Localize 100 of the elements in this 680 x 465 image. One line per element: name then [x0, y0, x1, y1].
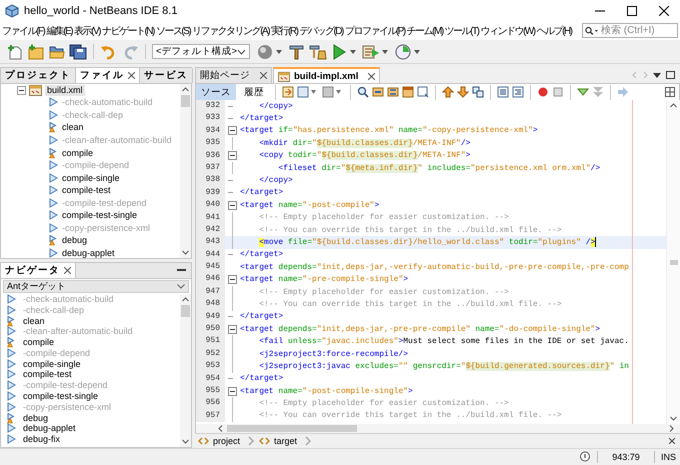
open-folder-icon[interactable]	[48, 44, 66, 60]
navigator-item[interactable]: compile-single	[23, 358, 81, 370]
scroll-down-icon[interactable]	[182, 250, 189, 255]
stop-icon[interactable]	[552, 86, 564, 98]
hammer-icon[interactable]	[288, 44, 306, 60]
tree-item[interactable]: clean	[62, 122, 84, 134]
record-icon[interactable]	[537, 86, 549, 98]
scroll-down-icon[interactable]	[182, 439, 189, 444]
filter-dropdown[interactable]: Antターゲット	[3, 280, 189, 293]
vertical-scrollbar[interactable]	[666, 100, 680, 424]
navigator-item[interactable]: compile	[23, 337, 54, 348]
close-icon[interactable]	[260, 72, 267, 79]
view-tab[interactable]: 履歴	[239, 84, 269, 100]
clock-icon[interactable]	[394, 44, 412, 60]
menu-item[interactable]: ウィンドウ(W)	[480, 24, 535, 38]
tree-item[interactable]: debug-applet	[62, 248, 115, 258]
caret-icon[interactable]	[653, 72, 661, 78]
menu-item[interactable]: デバッグ(D)	[299, 24, 343, 38]
code-line: <target name="-post-compile-single">	[240, 386, 413, 397]
triangle-down-icon[interactable]	[577, 86, 589, 98]
indent-icon[interactable]	[497, 86, 509, 98]
navigator-item[interactable]: compile-test-single	[23, 391, 98, 402]
debug-icon[interactable]	[362, 44, 380, 60]
fold-toggle-icon[interactable]	[228, 324, 237, 334]
vertical-scrollbar[interactable]	[180, 84, 191, 258]
tree-item[interactable]: compile-test	[62, 185, 111, 196]
menu-item[interactable]: ツール(T)	[444, 24, 478, 38]
page-icon[interactable]	[322, 86, 334, 98]
minimize-icon[interactable]	[177, 269, 186, 272]
scroll-up-icon[interactable]	[182, 87, 189, 92]
tree-item[interactable]: compile-test-single	[62, 210, 138, 222]
scrollbar-thumb[interactable]	[227, 425, 357, 432]
menu-item[interactable]: ファイル(F)	[2, 24, 44, 38]
scroll-right-icon[interactable]	[669, 425, 674, 432]
close-icon[interactable]	[669, 438, 675, 444]
maximize-icon[interactable]	[666, 71, 675, 79]
caret-icon[interactable]	[276, 50, 282, 54]
fold-toggle-icon[interactable]	[228, 275, 237, 284]
navigator-item[interactable]: debug-fix	[23, 434, 60, 446]
magnifier-icon[interactable]	[357, 86, 369, 98]
search-field[interactable]: 検索 (Ctrl+I)	[582, 23, 678, 38]
editor-tab[interactable]: build-impl.xml	[273, 67, 380, 83]
scroll-up-icon[interactable]	[670, 103, 677, 108]
menu-item[interactable]: プロファイル(P)	[344, 24, 405, 38]
view-tab[interactable]: ソース	[196, 84, 236, 100]
panel-tab[interactable]: ナビゲータ	[1, 263, 76, 278]
fold-toggle-icon[interactable]	[228, 200, 237, 210]
close-icon[interactable]	[64, 267, 71, 274]
page-icon[interactable]	[297, 86, 309, 98]
menu-item[interactable]: リファクタリング(A)	[192, 24, 270, 38]
tree-item[interactable]: build.xml	[45, 84, 85, 96]
menu-item[interactable]: ソース(S)	[156, 24, 190, 38]
navigator-item[interactable]: clean	[23, 316, 45, 326]
shapes-icon[interactable]	[472, 86, 484, 98]
globe-icon[interactable]	[256, 44, 274, 60]
navigator-item[interactable]: debug	[23, 412, 48, 424]
tree-item[interactable]: compile-single	[62, 172, 120, 184]
breadcrumb-link[interactable]: project	[213, 436, 240, 446]
scrollbar-thumb[interactable]	[670, 260, 678, 264]
menu-item[interactable]: ヘルプ(H)	[536, 24, 572, 38]
hammer-broom-icon[interactable]	[309, 44, 327, 60]
window-icon[interactable]	[402, 86, 414, 98]
scroll-up-icon[interactable]	[182, 297, 189, 302]
caret-icon[interactable]	[414, 50, 420, 54]
up-arrow-icon[interactable]	[442, 86, 454, 98]
caret-icon[interactable]	[382, 50, 388, 54]
vertical-scrollbar[interactable]	[180, 294, 191, 447]
page-arrow-icon[interactable]	[282, 86, 294, 98]
editor-tab[interactable]: 開始ページ	[195, 67, 272, 83]
collapse-icon[interactable]	[17, 86, 26, 95]
page-icon[interactable]	[417, 86, 429, 98]
horizontal-scrollbar[interactable]	[195, 424, 680, 433]
scroll-down-icon[interactable]	[670, 416, 677, 421]
fold-toggle-icon[interactable]	[228, 126, 237, 136]
menu-item[interactable]: ナビゲート(N)	[102, 24, 154, 38]
caret-icon[interactable]	[350, 50, 356, 54]
new-folder-icon[interactable]	[27, 44, 45, 60]
tree-item[interactable]: compile	[62, 148, 94, 158]
navigator-item[interactable]: compile-test	[23, 369, 72, 380]
config-dropdown[interactable]: <デフォルト構成>	[152, 44, 250, 59]
close-icon[interactable]	[128, 72, 135, 79]
menu-item[interactable]: 編集(E)	[46, 24, 72, 38]
scroll-left-icon[interactable]	[218, 425, 223, 432]
scrollbar-thumb[interactable]	[181, 95, 190, 107]
close-icon[interactable]	[368, 72, 376, 80]
menu-item[interactable]: 実行(R)	[271, 24, 298, 38]
scrollbar-thumb[interactable]	[181, 305, 190, 317]
menu-item[interactable]: 表示(V)	[74, 24, 100, 38]
panel-tab[interactable]: ファイル	[76, 68, 140, 83]
save-all-icon[interactable]	[69, 44, 87, 60]
down-arrow-icon[interactable]	[457, 86, 469, 98]
navigator-item[interactable]: debug-applet	[23, 423, 76, 434]
new-file-icon[interactable]	[6, 44, 24, 60]
breadcrumb-link[interactable]: target	[274, 436, 298, 446]
fold-toggle-icon[interactable]	[228, 386, 237, 396]
split-icon[interactable]	[665, 87, 675, 97]
menu-item[interactable]: チーム(M)	[406, 24, 443, 38]
tree-item[interactable]: debug	[62, 235, 88, 246]
fold-toggle-icon[interactable]	[228, 151, 237, 160]
indent-icon[interactable]	[512, 86, 524, 98]
